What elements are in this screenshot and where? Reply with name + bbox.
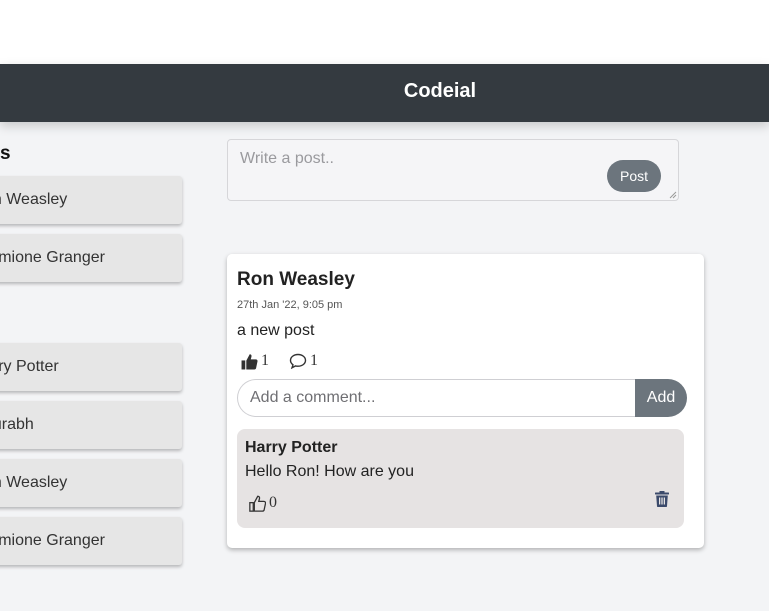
post-comments-toggle[interactable]: 1: [289, 351, 318, 371]
comment-form: Add a comment... Add: [237, 379, 687, 417]
comment-placeholder: Add a comment...: [250, 389, 376, 406]
add-comment-button[interactable]: Add: [635, 379, 687, 417]
friend-item[interactable]: on Weasley: [0, 176, 182, 224]
user-item[interactable]: on Weasley: [0, 459, 182, 507]
post-like-button[interactable]: 1: [241, 351, 269, 371]
user-item[interactable]: arry Potter: [0, 343, 182, 391]
user-item[interactable]: ourabh: [0, 401, 182, 449]
thumbs-up-outline-icon: [249, 495, 266, 512]
post-timestamp: 27th Jan '22, 9:05 pm: [237, 299, 343, 311]
comment-like-count: 0: [269, 494, 277, 511]
post-like-count: 1: [261, 352, 269, 369]
thumbs-up-solid-icon: [241, 353, 258, 369]
post-button[interactable]: Post: [607, 160, 661, 192]
comment-bubble-icon: [289, 353, 307, 369]
navbar: Codeial: [0, 64, 769, 122]
comment-input[interactable]: Add a comment...: [237, 379, 635, 417]
friend-item[interactable]: ermione Granger: [0, 234, 182, 282]
resize-handle-icon[interactable]: [669, 191, 677, 199]
post-author: Ron Weasley: [237, 269, 355, 290]
comment-like-button[interactable]: 0: [249, 493, 277, 513]
post-comment-count: 1: [310, 352, 318, 369]
brand-title[interactable]: Codeial: [340, 64, 540, 122]
comment-item: Harry Potter Hello Ron! How are you 0: [237, 429, 684, 528]
top-blank-area: [0, 0, 769, 64]
comment-text: Hello Ron! How are you: [245, 463, 414, 480]
trash-icon[interactable]: [655, 491, 669, 507]
new-post-textarea[interactable]: Write a post.. Post: [227, 139, 679, 201]
friends-heading: s: [0, 143, 11, 164]
user-item[interactable]: ermione Granger: [0, 517, 182, 565]
post-content: a new post: [237, 322, 315, 339]
new-post-placeholder: Write a post..: [240, 150, 334, 167]
post-card: Ron Weasley 27th Jan '22, 9:05 pm a new …: [227, 254, 704, 548]
comment-author: Harry Potter: [245, 439, 338, 456]
